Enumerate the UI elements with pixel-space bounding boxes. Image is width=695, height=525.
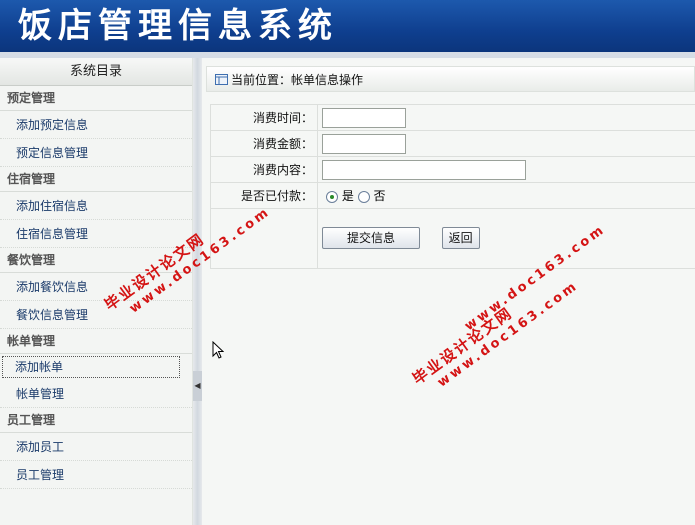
paid-no-label: 否 xyxy=(373,189,386,203)
sidebar-item-dining-manage[interactable]: 餐饮信息管理 xyxy=(0,301,192,329)
sidebar-item-add-lodging[interactable]: 添加住宿信息 xyxy=(0,192,192,220)
paid-yes-radio[interactable] xyxy=(326,190,338,203)
mouse-pointer-icon xyxy=(212,341,224,359)
form-row-time: 消费时间： xyxy=(210,104,695,131)
page-icon xyxy=(215,74,228,85)
main-content: 当前位置：帐单信息操作 消费时间： 消费金额： 消费内容： 是否已付款： 是 否… xyxy=(202,58,695,525)
paid-yes-label: 是 xyxy=(341,189,354,203)
consume-content-input[interactable] xyxy=(322,159,526,180)
paid-no-radio[interactable] xyxy=(357,190,370,203)
amount-label: 消费金额： xyxy=(210,130,318,157)
sidebar-splitter[interactable]: ◀ xyxy=(193,58,202,525)
form-row-paid: 是否已付款： 是 否 xyxy=(210,182,695,209)
sidebar-group-staff: 员工管理 xyxy=(0,408,192,433)
sidebar-item-add-bill[interactable]: 添加帐单 xyxy=(2,356,180,378)
sidebar-group-reservation: 预定管理 xyxy=(0,86,192,111)
sidebar-item-lodging-manage[interactable]: 住宿信息管理 xyxy=(0,220,192,248)
sidebar-title: 系统目录 xyxy=(0,58,192,86)
consume-time-input[interactable] xyxy=(322,107,406,128)
app-title: 饭店管理信息系统 xyxy=(18,6,338,46)
content-label: 消费内容： xyxy=(210,156,318,183)
app-header: 饭店管理信息系统 xyxy=(0,0,695,52)
form-row-actions: 提交信息 返回 xyxy=(210,208,695,269)
sidebar-group-bill: 帐单管理 xyxy=(0,329,192,354)
form-row-content: 消费内容： xyxy=(210,156,695,183)
breadcrumb: 当前位置：帐单信息操作 xyxy=(206,66,695,92)
bill-form: 消费时间： 消费金额： 消费内容： 是否已付款： 是 否 提交信息 返回 xyxy=(210,104,695,269)
sidebar-group-lodging: 住宿管理 xyxy=(0,167,192,192)
sidebar-item-add-reservation[interactable]: 添加预定信息 xyxy=(0,111,192,139)
breadcrumb-text: 当前位置：帐单信息操作 xyxy=(231,73,364,87)
back-button[interactable]: 返回 xyxy=(441,227,480,249)
sidebar-item-reservation-manage[interactable]: 预定信息管理 xyxy=(0,139,192,167)
sidebar-item-bill-manage[interactable]: 帐单管理 xyxy=(0,380,192,408)
sidebar-item-add-staff[interactable]: 添加员工 xyxy=(0,433,192,461)
time-label: 消费时间： xyxy=(210,104,318,131)
submit-button[interactable]: 提交信息 xyxy=(322,227,420,249)
consume-amount-input[interactable] xyxy=(322,133,406,154)
sidebar-item-staff-manage[interactable]: 员工管理 xyxy=(0,461,192,489)
form-row-amount: 消费金额： xyxy=(210,130,695,157)
collapse-arrow-icon[interactable]: ◀ xyxy=(193,371,202,401)
